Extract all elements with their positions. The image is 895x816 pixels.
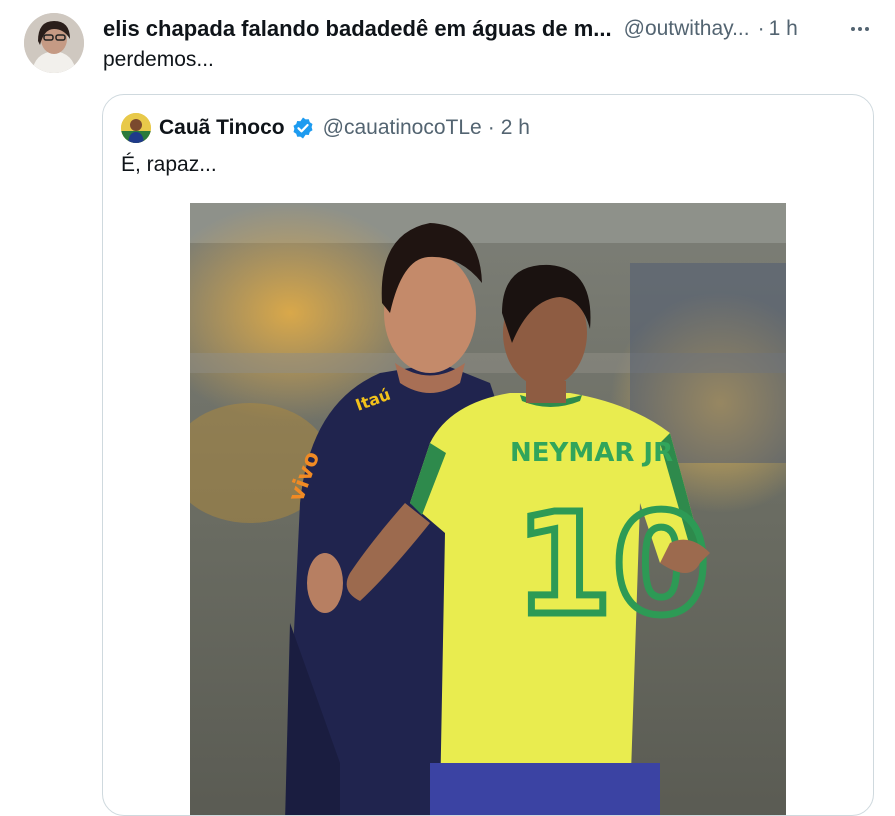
separator-dot: · xyxy=(757,17,765,40)
tweet-text: perdemos... xyxy=(103,48,214,71)
author-avatar[interactable] xyxy=(24,13,84,73)
quoted-tweet-photo[interactable]: vivo Itaú NEYMAR JR 10 xyxy=(190,203,786,815)
author-name[interactable]: elis chapada falando badadedê em águas d… xyxy=(103,16,612,42)
separator-dot: · xyxy=(487,116,495,139)
more-horizontal-icon[interactable] xyxy=(845,14,875,44)
quoted-author-handle[interactable]: @cauatinocoTLe xyxy=(323,116,482,140)
tweet-timestamp[interactable]: 1 h xyxy=(769,17,798,41)
quoted-author-avatar[interactable] xyxy=(121,113,151,143)
jersey-name: NEYMAR JR xyxy=(510,438,673,468)
quoted-timestamp[interactable]: 2 h xyxy=(501,116,530,140)
author-handle[interactable]: @outwithay... xyxy=(624,17,750,41)
quoted-tweet-card[interactable]: Cauã Tinoco @cauatinocoTLe · 2 h É, rapa… xyxy=(102,94,874,816)
tweet-header: elis chapada falando badadedê em águas d… xyxy=(103,14,875,44)
quoted-author-name[interactable]: Cauã Tinoco xyxy=(159,116,285,140)
quoted-tweet-header: Cauã Tinoco @cauatinocoTLe · 2 h xyxy=(121,113,530,143)
quoted-tweet-text: É, rapaz... xyxy=(121,153,217,176)
verified-badge-icon xyxy=(291,116,315,140)
